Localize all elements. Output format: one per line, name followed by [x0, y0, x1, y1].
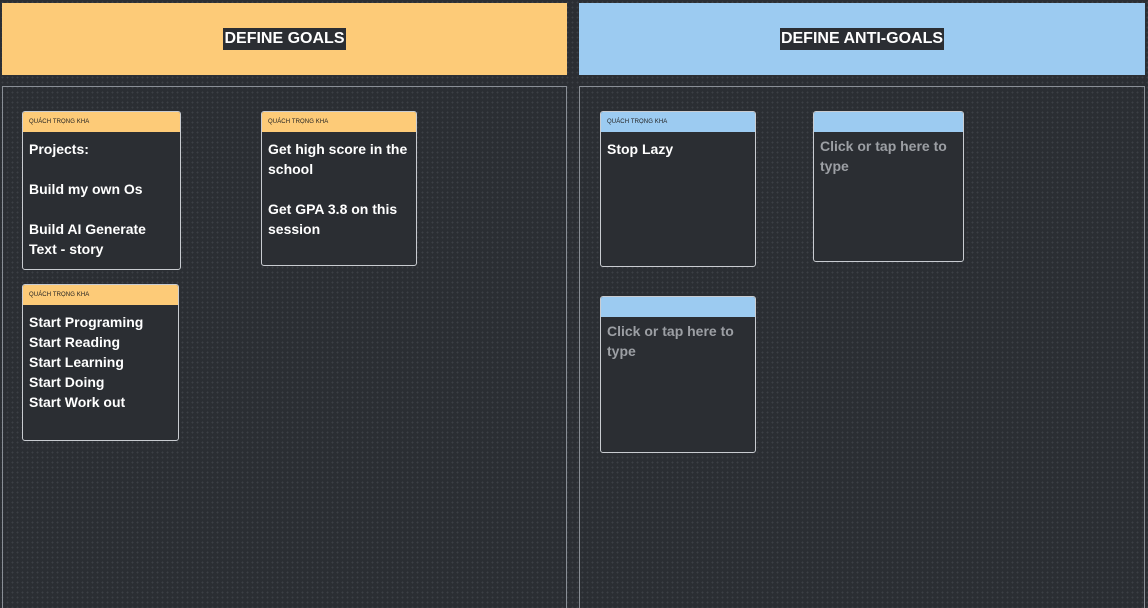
note-placeholder[interactable]: Click or tap here to type	[601, 317, 755, 361]
sticky-note-projects[interactable]: QUÁCH TRỌNG KHA Projects: Build my own O…	[22, 111, 181, 270]
note-line: Build AI Generate	[29, 221, 146, 237]
note-line: Text - story	[29, 241, 104, 257]
note-header: QUÁCH TRỌNG KHA	[601, 112, 755, 132]
note-text[interactable]: Projects: Build my own Os Build AI Gener…	[23, 132, 180, 259]
note-line: school	[268, 161, 314, 177]
sticky-note-start[interactable]: QUÁCH TRỌNG KHA Start Programing Start R…	[22, 284, 179, 441]
note-text[interactable]: Start Programing Start Reading Start Lea…	[23, 305, 178, 412]
note-author: QUÁCH TRỌNG KHA	[29, 119, 90, 125]
sticky-note-stop-lazy[interactable]: QUÁCH TRỌNG KHA Stop Lazy	[600, 111, 756, 267]
note-line: session	[268, 221, 321, 237]
note-line: Start Programing	[29, 314, 144, 330]
note-line: Get high score in the	[268, 141, 408, 157]
note-author: QUÁCH TRỌNG KHA	[268, 119, 329, 125]
note-line	[29, 199, 174, 219]
note-line: Start Work out	[29, 394, 126, 410]
note-header: QUÁCH TRỌNG KHA	[23, 112, 180, 132]
goals-header: DEFINE GOALS	[2, 3, 567, 75]
sticky-note-empty[interactable]: Click or tap here to type	[813, 111, 964, 262]
sticky-note-empty[interactable]: Click or tap here to type	[600, 296, 756, 453]
note-line: Projects:	[29, 141, 89, 157]
note-line: Start Learning	[29, 354, 124, 370]
note-line	[29, 159, 174, 179]
note-header	[601, 297, 755, 317]
note-line: Build my own Os	[29, 181, 143, 197]
note-line	[268, 179, 410, 199]
note-text[interactable]: Get high score in the school Get GPA 3.8…	[262, 132, 416, 239]
note-text[interactable]: Stop Lazy	[601, 132, 755, 159]
note-line: Start Reading	[29, 334, 121, 350]
note-placeholder[interactable]: Click or tap here to type	[814, 132, 963, 176]
note-line: Stop Lazy	[607, 141, 674, 157]
sticky-note-school[interactable]: QUÁCH TRỌNG KHA Get high score in the sc…	[261, 111, 417, 266]
note-author: QUÁCH TRỌNG KHA	[29, 292, 90, 298]
note-line: Get GPA 3.8 on this	[268, 201, 398, 217]
note-line: Start Doing	[29, 374, 105, 390]
note-author: QUÁCH TRỌNG KHA	[607, 119, 668, 125]
note-header	[814, 112, 963, 132]
anti-goals-header: DEFINE ANTI-GOALS	[579, 3, 1145, 75]
note-header: QUÁCH TRỌNG KHA	[23, 285, 178, 305]
goals-title[interactable]: DEFINE GOALS	[223, 28, 346, 50]
note-header: QUÁCH TRỌNG KHA	[262, 112, 416, 132]
anti-goals-title[interactable]: DEFINE ANTI-GOALS	[779, 28, 945, 50]
